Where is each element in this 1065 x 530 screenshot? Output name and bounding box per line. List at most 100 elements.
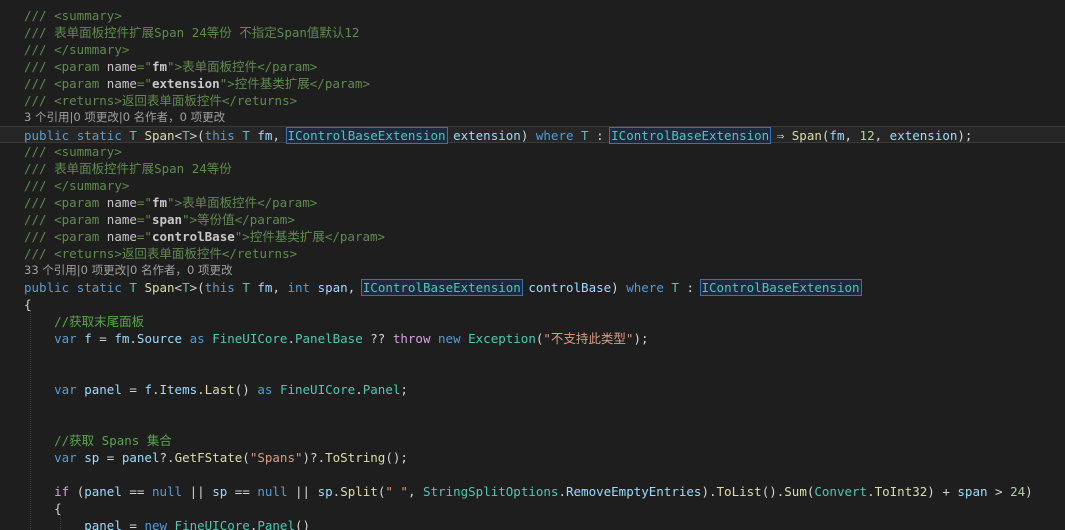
code-token: //获取 Spans 集合: [54, 433, 172, 448]
code-token: T: [182, 128, 190, 143]
code-token: :: [588, 128, 612, 143]
code-token: ": [167, 59, 175, 74]
code-token: ||: [287, 484, 318, 499]
code-token: {: [24, 501, 62, 516]
codelens-reference-info[interactable]: 33 个引用|0 项更改|0 名作者，0 项更改: [0, 262, 1065, 279]
code-token: panel: [121, 450, 160, 465]
code-token: name: [106, 195, 137, 210]
code-token: (): [294, 518, 311, 530]
code-token: where: [626, 280, 664, 295]
code-token: /// 表单面板控件扩展Span 24等份: [24, 161, 232, 176]
code-token: ;: [400, 382, 408, 397]
code-token: ToString: [325, 450, 386, 465]
code-token: Source: [136, 331, 183, 346]
code-token: name: [106, 229, 137, 244]
code-token: fm: [257, 280, 273, 295]
code-token: Exception: [468, 331, 536, 346]
code-token: <summary>: [54, 8, 122, 23]
code-token: ||: [182, 484, 213, 499]
code-token: f: [144, 382, 152, 397]
code-token: Convert: [814, 484, 868, 499]
code-token: );: [957, 128, 973, 143]
code-token: ///: [24, 246, 55, 261]
code-token: new: [438, 331, 461, 346]
code-token: T: [129, 128, 137, 143]
code-token: </param>: [324, 229, 386, 244]
code-token: ": [167, 195, 175, 210]
code-token: <param: [54, 229, 107, 244]
code-token: FineUICore: [212, 331, 288, 346]
code-token: >(: [189, 280, 205, 295]
code-token: ///: [24, 76, 55, 91]
code-line: /// <summary>: [0, 7, 1065, 24]
code-token: ⇒: [769, 128, 792, 143]
code-token: this: [204, 280, 235, 295]
code-token: T: [242, 280, 250, 295]
codelens-reference-info[interactable]: 3 个引用|0 项更改|0 名作者，0 项更改: [0, 109, 1065, 126]
code-token: panel: [84, 518, 122, 530]
code-token: :: [678, 280, 702, 295]
code-token: ??: [362, 331, 393, 346]
code-token: as: [257, 382, 273, 397]
code-token: " ": [385, 484, 408, 499]
code-token: new: [144, 518, 168, 530]
code-token: ().: [761, 484, 785, 499]
code-line: var sp = panel?.GetFState("Spans")?.ToSt…: [0, 449, 1065, 466]
code-token: (): [234, 382, 258, 397]
code-token: T: [129, 280, 137, 295]
code-token: ,: [407, 484, 423, 499]
code-token: <param: [54, 59, 107, 74]
code-token: name: [106, 212, 137, 227]
code-token: null: [257, 484, 288, 499]
code-token: <param: [54, 195, 107, 210]
code-token: span: [151, 212, 183, 227]
code-token: =": [136, 59, 152, 74]
code-token: =": [136, 229, 152, 244]
code-editor[interactable]: /// <summary>/// 表单面板控件扩展Span 24等份 不指定Sp…: [0, 0, 1065, 530]
code-token: )?.: [302, 450, 326, 465]
code-line: panel = new FineUICore.Panel(): [0, 517, 1065, 530]
code-token: extension: [453, 128, 521, 143]
code-token: FineUICore: [279, 382, 356, 397]
code-token: ();: [385, 450, 408, 465]
code-token: .: [355, 382, 363, 397]
code-token: FineUICore: [174, 518, 250, 530]
code-token: =: [91, 331, 115, 346]
code-token: name: [106, 76, 137, 91]
code-token: ///: [24, 144, 55, 159]
code-token: >: [174, 59, 183, 74]
code-token: fm: [114, 331, 130, 346]
code-token: null: [151, 484, 183, 499]
code-token: {: [24, 297, 32, 312]
code-token: ": [182, 212, 190, 227]
highlighted-symbol: IControlBaseExtension: [285, 127, 448, 144]
code-token: 控件基类扩展: [234, 76, 310, 91]
code-token: fm: [151, 59, 168, 74]
code-line: /// <returns>返回表单面板控件</returns>: [0, 92, 1065, 109]
code-line: public static T Span<T>(this T fm, int s…: [0, 279, 1065, 296]
code-token: span: [957, 484, 988, 499]
code-token: StringSplitOptions: [423, 484, 559, 499]
code-token: ==: [121, 484, 152, 499]
code-token: T: [242, 128, 250, 143]
code-token: Split: [340, 484, 378, 499]
code-token: </returns>: [221, 93, 298, 108]
code-line: /// <summary>: [0, 143, 1065, 160]
code-token: Span: [144, 280, 175, 295]
code-token: if: [54, 484, 70, 499]
code-token: ) +: [927, 484, 958, 499]
code-line: var panel = f.Items.Last() as FineUICore…: [0, 381, 1065, 398]
code-token: <param: [54, 212, 107, 227]
code-token: name: [106, 59, 137, 74]
code-token: controlBase: [528, 280, 612, 295]
code-token: 表单面板控件: [182, 59, 258, 74]
code-token: >(: [189, 128, 205, 143]
code-token: >: [189, 212, 198, 227]
